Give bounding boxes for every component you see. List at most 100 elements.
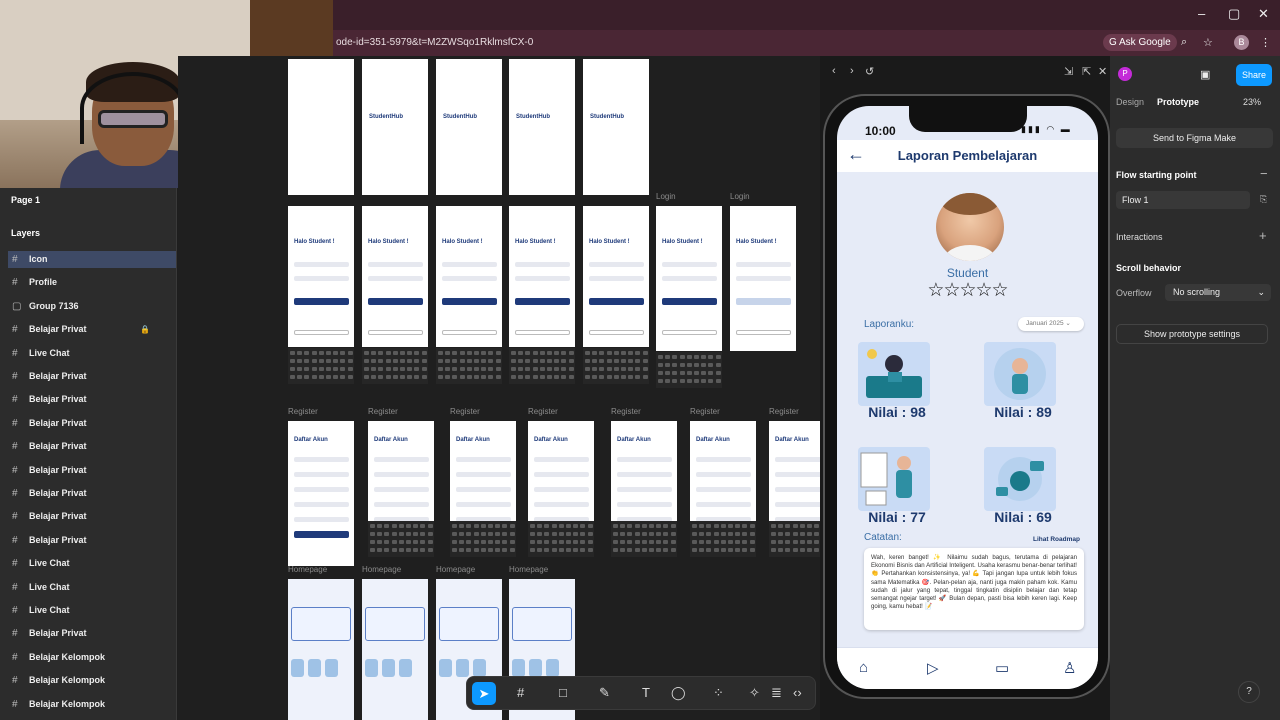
- layer-item[interactable]: # Live Chat: [8, 555, 176, 572]
- design-canvas[interactable]: StudentHub StudentHub StudentHub Student…: [178, 56, 820, 720]
- layer-item[interactable]: # Belajar Privat: [8, 508, 176, 525]
- open-new-icon[interactable]: ⇱: [1082, 65, 1091, 78]
- minimize-icon[interactable]: –: [1198, 6, 1205, 21]
- register-frame[interactable]: Daftar Akun: [611, 421, 677, 522]
- collapse-icon[interactable]: ⇲: [1064, 65, 1073, 78]
- page-selector[interactable]: Page 1: [11, 195, 40, 205]
- play-icon[interactable]: ▷: [927, 659, 939, 677]
- score-card[interactable]: Nilai : 77: [858, 447, 930, 535]
- layer-item[interactable]: # Belajar Kelompok: [8, 696, 176, 713]
- login-button: [515, 298, 570, 305]
- login-frame[interactable]: Halo Student !: [509, 206, 575, 347]
- restart-icon[interactable]: ↺: [865, 65, 874, 78]
- comment-tool-icon[interactable]: ◯: [671, 685, 686, 701]
- prev-frame-icon[interactable]: ‹: [832, 65, 836, 77]
- layer-item[interactable]: # Belajar Privat: [8, 532, 176, 549]
- layer-item[interactable]: ▢ Group 7136: [8, 298, 176, 315]
- splash-frame[interactable]: StudentHub: [583, 59, 649, 195]
- layer-item[interactable]: # Belajar Privat: [8, 438, 176, 455]
- frame-label: Homepage: [362, 565, 402, 574]
- send-to-figma-make-button[interactable]: Send to Figma Make: [1116, 128, 1273, 148]
- layer-item[interactable]: # Profile: [8, 274, 176, 291]
- login-frame[interactable]: Halo Student !: [436, 206, 502, 347]
- ai-tool-icon[interactable]: ✧: [749, 685, 760, 701]
- month-dropdown[interactable]: Januari 2025 ⌄: [1018, 317, 1084, 331]
- rectangle-tool-icon[interactable]: □: [559, 685, 567, 700]
- layer-item[interactable]: # Belajar Privat: [8, 415, 176, 432]
- close-preview-icon[interactable]: ✕: [1098, 65, 1107, 78]
- register-frame[interactable]: Daftar Akun: [690, 421, 756, 522]
- tab-design[interactable]: Design: [1116, 97, 1144, 107]
- register-title: Daftar Akun: [534, 437, 568, 443]
- copy-icon[interactable]: ⎘: [1260, 194, 1267, 205]
- prototype-settings-button[interactable]: Show prototype settings: [1116, 324, 1268, 344]
- components-tool-icon[interactable]: ⁘: [713, 685, 724, 701]
- minus-icon[interactable]: −: [1260, 166, 1268, 181]
- pen-tool-icon[interactable]: ✎: [599, 685, 610, 701]
- splash-frame[interactable]: [288, 59, 354, 195]
- layer-item[interactable]: # Belajar Privat 🔒: [8, 321, 176, 338]
- code-icon[interactable]: ‹›: [793, 685, 802, 700]
- browser-profile-avatar[interactable]: B: [1234, 35, 1249, 50]
- layer-item[interactable]: # Live Chat: [8, 602, 176, 619]
- frame-tool-icon[interactable]: #: [517, 685, 524, 700]
- move-tool-icon[interactable]: ➤: [472, 682, 496, 705]
- maximize-icon[interactable]: ▢: [1228, 6, 1240, 22]
- zoom-level[interactable]: 23%: [1243, 97, 1261, 107]
- homepage-frame[interactable]: [362, 579, 428, 720]
- text-tool-icon[interactable]: T: [642, 685, 650, 700]
- mini-input: [442, 276, 497, 281]
- next-frame-icon[interactable]: ›: [850, 65, 854, 77]
- layer-item[interactable]: # Belajar Privat: [8, 391, 176, 408]
- login-frame[interactable]: Halo Student !: [288, 206, 354, 347]
- roadmap-link[interactable]: Lihat Roadmap: [1033, 536, 1080, 543]
- zoom-icon[interactable]: ⌕: [1181, 36, 1187, 49]
- layer-item[interactable]: # Live Chat: [8, 345, 176, 362]
- login-frame[interactable]: Halo Student !: [656, 206, 722, 351]
- layer-item[interactable]: # Belajar Privat: [8, 368, 176, 385]
- present-icon[interactable]: ▣: [1200, 68, 1210, 81]
- share-button[interactable]: Share: [1236, 64, 1272, 86]
- layer-item[interactable]: # Belajar Privat: [8, 485, 176, 502]
- login-frame[interactable]: Halo Student !: [730, 206, 796, 351]
- close-window-icon[interactable]: ✕: [1258, 6, 1269, 22]
- lock-icon[interactable]: 🔒: [140, 321, 150, 338]
- dev-mode-icon[interactable]: ≣: [771, 685, 782, 701]
- url-text[interactable]: ode-id=351-5979&t=M2ZWSqo1RklmsfCX-0: [336, 37, 533, 48]
- browser-menu-icon[interactable]: ⋮: [1260, 36, 1271, 49]
- login-frame[interactable]: Halo Student !: [583, 206, 649, 347]
- ask-google-button[interactable]: G Ask Google: [1103, 34, 1177, 51]
- splash-frame[interactable]: StudentHub: [362, 59, 428, 195]
- register-frame[interactable]: Daftar Akun: [368, 421, 434, 522]
- profile-icon[interactable]: ♙: [1063, 659, 1076, 677]
- score-card[interactable]: Nilai : 69: [984, 447, 1056, 535]
- score-card[interactable]: Nilai : 98: [858, 342, 930, 430]
- register-frame[interactable]: Daftar Akun: [528, 421, 594, 522]
- folder-icon[interactable]: ▭: [995, 659, 1009, 677]
- add-interaction-icon[interactable]: +: [1259, 228, 1267, 243]
- register-frame[interactable]: Daftar Akun: [288, 421, 354, 566]
- register-frame[interactable]: Daftar Akun: [769, 421, 820, 522]
- layer-item[interactable]: # Belajar Kelompok: [8, 649, 176, 666]
- bookmark-star-icon[interactable]: ☆: [1203, 36, 1213, 49]
- layer-item[interactable]: # Belajar Kelompok: [8, 672, 176, 689]
- login-button: [368, 298, 423, 305]
- score-card[interactable]: Nilai : 89: [984, 342, 1056, 430]
- overflow-value: No scrolling: [1173, 287, 1221, 297]
- overflow-select[interactable]: No scrolling ⌄: [1165, 284, 1271, 301]
- home-icon[interactable]: ⌂: [859, 659, 868, 676]
- layer-item[interactable]: # Belajar Privat: [8, 462, 176, 479]
- register-frame[interactable]: Daftar Akun: [450, 421, 516, 522]
- layer-item[interactable]: # Belajar Privat: [8, 625, 176, 642]
- splash-frame[interactable]: StudentHub: [436, 59, 502, 195]
- splash-frame[interactable]: StudentHub: [509, 59, 575, 195]
- layer-item[interactable]: # Live Chat: [8, 579, 176, 596]
- layer-item[interactable]: # Icon: [8, 251, 176, 268]
- login-frame[interactable]: Halo Student !: [362, 206, 428, 347]
- homepage-frame[interactable]: [288, 579, 354, 720]
- tab-prototype[interactable]: Prototype: [1157, 97, 1199, 107]
- help-button[interactable]: ?: [1238, 681, 1260, 703]
- flow-item[interactable]: Flow 1: [1116, 191, 1250, 209]
- user-avatar[interactable]: P: [1118, 67, 1132, 81]
- rating-stars[interactable]: ☆☆☆☆☆: [837, 279, 1098, 302]
